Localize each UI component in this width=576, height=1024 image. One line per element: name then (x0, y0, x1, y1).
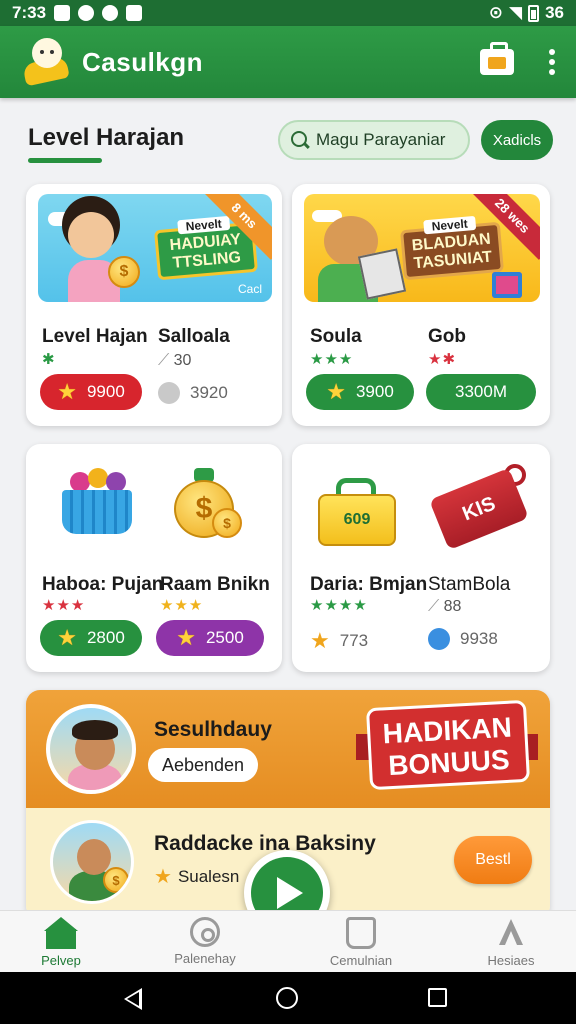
battery-icon (528, 4, 540, 22)
app-logo-icon (20, 36, 72, 88)
toolbox-icon: 609 (318, 478, 396, 546)
media-notification-icon (126, 5, 143, 21)
promo-name: Sesulhdauy (154, 718, 272, 741)
navigation-icon (494, 917, 528, 949)
card-item-sub: ⟋ 88 (428, 598, 462, 615)
rating-stars: ✱ (42, 351, 56, 368)
gem-basket-icon (62, 468, 132, 534)
price-value[interactable]: 9938 (428, 628, 498, 650)
star-icon: ★ (57, 379, 77, 404)
price-button[interactable]: ★ 9900 (40, 374, 142, 410)
promo-subtitle: ★ Sualesn (154, 866, 240, 888)
newspaper-icon (357, 248, 407, 300)
game-card-3[interactable]: $ $ Haboa: Pujan ★★★ ★ 2800 Raam Bnikn ★… (26, 444, 282, 672)
rating-stars: ★★★ (160, 597, 204, 614)
star-icon: ★ (310, 628, 330, 653)
ticket-icon: KIS (429, 464, 529, 551)
card-item-title: Daria: Bmjan (310, 574, 428, 595)
game-card-1[interactable]: $ Nevelt HADUIAY TTSLING 8 ms Cacl Level… (26, 184, 282, 426)
p-notification-icon (54, 5, 71, 21)
banner-sign: Nevelt BLADUAN TASUNIAT (400, 215, 504, 281)
gift-icon (492, 272, 522, 298)
dot-notification-icon (102, 5, 119, 21)
pin-icon: ⟋ (158, 352, 170, 369)
back-icon[interactable] (124, 988, 142, 1010)
promo-chip-button[interactable]: Aebenden (148, 748, 258, 782)
girl-character-icon (68, 212, 114, 258)
price-button[interactable]: 3300M (426, 374, 536, 410)
card-item-sub: ⟋ 30 (158, 352, 192, 369)
coin-icon: $ (108, 256, 140, 288)
best-button[interactable]: Bestl (454, 836, 532, 884)
status-time: 7:33 (12, 3, 47, 22)
banner-caption: Cacl (237, 282, 262, 296)
card-banner[interactable]: Nevelt BLADUAN TASUNIAT 28 wes (304, 194, 540, 302)
app-bar: Casulkgn (0, 26, 576, 98)
pin-icon: ⟋ (428, 598, 440, 615)
game-card-4[interactable]: 609 KIS Daria: Bmjan ★★★★ ★ 773 StamBola… (292, 444, 550, 672)
card-item-title: Salloala (158, 326, 230, 347)
nav-item-settings[interactable]: Palenehay (150, 917, 260, 966)
rating-stars: ★★★★ (310, 597, 368, 614)
wifi-icon: ◥ (509, 3, 523, 22)
price-value[interactable]: 3920 (158, 382, 228, 404)
status-right-text: 36 (545, 3, 564, 22)
recents-icon[interactable] (428, 988, 447, 1007)
money-bag-icon: $ $ (174, 466, 246, 540)
rating-stars: ★★★ (310, 351, 354, 368)
star-icon: ★ (326, 379, 346, 404)
star-icon: ★ (176, 625, 196, 650)
filter-button[interactable]: Xadicls (481, 120, 553, 160)
price-button[interactable]: ★ 2500 (156, 620, 264, 656)
card-item-title: Level Hajan (42, 326, 148, 347)
price-button[interactable]: ★ 2800 (40, 620, 142, 656)
star-icon: ★ (57, 625, 77, 650)
search-icon (290, 130, 310, 150)
nav-item-home[interactable]: Pelvep (6, 917, 116, 968)
sync-notification-icon (78, 5, 95, 21)
nav-item-navigation[interactable]: Hesiaes (456, 917, 566, 968)
card-item-title: StamBola (428, 574, 511, 595)
search-button[interactable]: Magu Parayaniar (278, 120, 470, 160)
home-circle-icon[interactable] (276, 987, 298, 1009)
card-item-title: Haboa: Pujan (42, 574, 164, 595)
gear-icon (190, 917, 220, 947)
star-icon: ★ (154, 866, 172, 888)
man-with-money-avatar: $ (50, 820, 134, 904)
section-title: Level Harajan (28, 124, 185, 151)
status-bar: 7:33 ⊙ ◥ 36 (0, 0, 576, 26)
promo-title: Raddacke ina Baksiny (154, 832, 376, 855)
search-label: Magu Parayaniar (316, 130, 446, 149)
bottom-nav: Pelvep Palenehay Cemulnian Hesiaes (0, 910, 576, 972)
bonus-ribbon[interactable]: HADIKAN BONUUS (356, 699, 538, 791)
blue-check-icon (428, 628, 450, 650)
rating-stars: ★✱ (428, 351, 457, 368)
more-options-icon[interactable] (548, 49, 556, 75)
price-value[interactable]: ★ 773 (310, 628, 368, 654)
nav-item-shop[interactable]: Cemulnian (306, 917, 416, 968)
play-icon (277, 877, 303, 909)
card-banner[interactable]: $ Nevelt HADUIAY TTSLING 8 ms Cacl (38, 194, 272, 302)
home-icon (44, 917, 78, 949)
location-icon: ⊙ (488, 3, 503, 22)
price-button[interactable]: ★ 3900 (306, 374, 414, 410)
card-item-title: Raam Bnikn (160, 574, 270, 595)
app-title: Casulkgn (82, 46, 204, 77)
briefcase-icon[interactable] (480, 42, 514, 75)
shop-icon (346, 917, 376, 949)
card-item-title: Soula (310, 326, 362, 347)
system-nav-bar (0, 972, 576, 1024)
game-card-2[interactable]: Nevelt BLADUAN TASUNIAT 28 wes Soula ★★★… (292, 184, 550, 426)
rating-stars: ★★★ (42, 597, 86, 614)
section-title-underline (28, 158, 102, 163)
boy-avatar (46, 704, 136, 794)
card-item-title: Gob (428, 326, 466, 347)
clock-icon (158, 382, 180, 404)
